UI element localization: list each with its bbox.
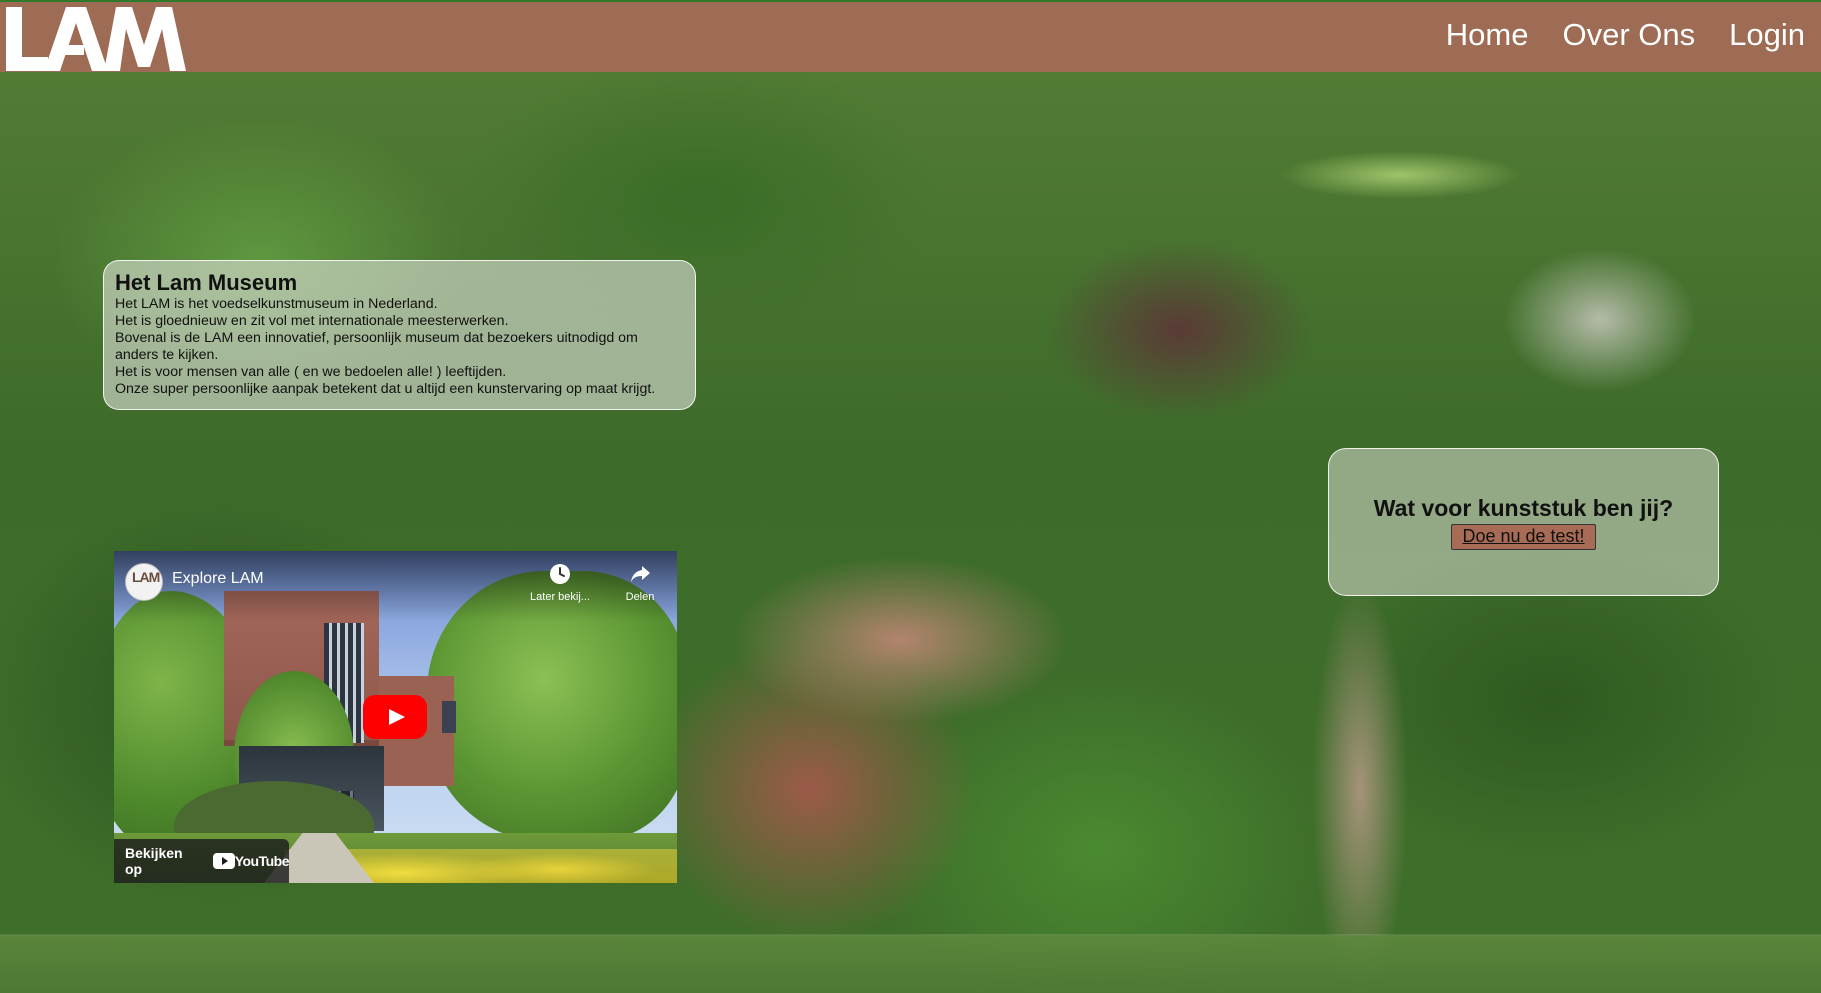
youtube-wordmark: YouTube bbox=[234, 853, 290, 869]
site-logo[interactable] bbox=[4, 5, 188, 71]
museum-info-line: Onze super persoonlijke aanpak betekent … bbox=[115, 381, 656, 398]
background-repeat-strip bbox=[0, 935, 1821, 993]
share-button[interactable]: Delen bbox=[600, 562, 677, 603]
museum-info-line: anders te kijken. bbox=[115, 347, 219, 364]
museum-info-panel: Het Lam Museum Het LAM is het voedselkun… bbox=[103, 260, 696, 410]
watch-later-button[interactable]: Later bekij... bbox=[520, 562, 600, 603]
watch-on-youtube-button[interactable]: Bekijken op YouTube bbox=[114, 839, 290, 883]
video-title-link[interactable]: Explore LAM bbox=[172, 571, 264, 587]
play-button[interactable] bbox=[363, 695, 427, 739]
youtube-logo-icon: YouTube bbox=[212, 853, 290, 869]
youtube-play-mark-icon bbox=[212, 853, 235, 869]
museum-info-line: Het is gloednieuw en zit vol met interna… bbox=[115, 313, 509, 330]
nav-home-link[interactable]: Home bbox=[1446, 16, 1529, 53]
clock-icon bbox=[550, 564, 570, 584]
main-nav: Home Over Ons Login bbox=[1446, 16, 1805, 53]
lam-logo-icon bbox=[6, 7, 186, 71]
nav-login-link[interactable]: Login bbox=[1729, 16, 1805, 53]
start-test-button[interactable]: Doe nu de test! bbox=[1451, 524, 1596, 551]
site-header: Home Over Ons Login bbox=[0, 2, 1821, 72]
nav-over-ons-link[interactable]: Over Ons bbox=[1562, 16, 1695, 53]
video-thumbnail-window bbox=[442, 701, 456, 733]
youtube-video-embed[interactable]: LAM Explore LAM Later bekij... Delen Bek… bbox=[114, 551, 677, 883]
channel-avatar[interactable]: LAM bbox=[125, 563, 163, 601]
watch-on-label: Bekijken op bbox=[125, 845, 183, 877]
quiz-panel: Wat voor kunststuk ben jij? Doe nu de te… bbox=[1328, 448, 1719, 596]
museum-info-text: Het LAM is het voedselkunstmuseum in Ned… bbox=[115, 296, 685, 398]
channel-avatar-logo: LAM bbox=[132, 569, 160, 585]
museum-info-line: Bovenal is de LAM een innovatief, persoo… bbox=[115, 330, 638, 347]
watch-later-label: Later bekij... bbox=[530, 591, 590, 603]
museum-info-line: Het LAM is het voedselkunstmuseum in Ned… bbox=[115, 296, 438, 313]
quiz-question: Wat voor kunststuk ben jij? bbox=[1373, 495, 1674, 521]
museum-info-title: Het Lam Museum bbox=[115, 270, 298, 295]
share-label: Delen bbox=[625, 591, 655, 603]
museum-info-line: Het is voor mensen van alle ( en we bedo… bbox=[115, 364, 507, 381]
share-arrow-icon bbox=[631, 566, 650, 582]
